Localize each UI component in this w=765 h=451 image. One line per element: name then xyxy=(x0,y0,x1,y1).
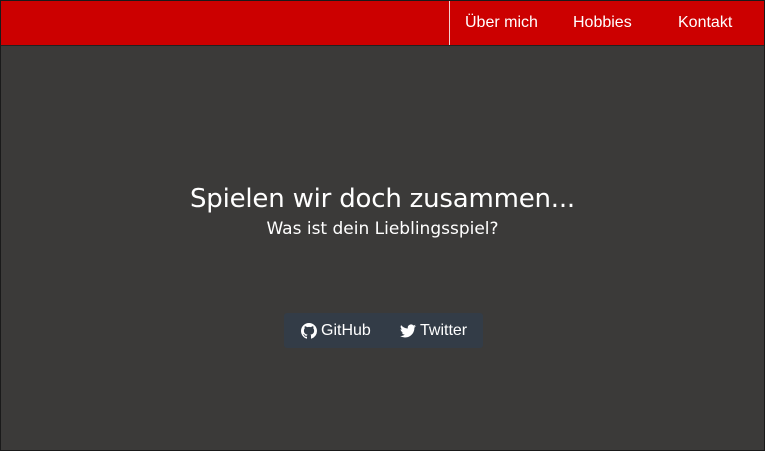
twitter-label: Twitter xyxy=(420,321,468,339)
hero-subtitle: Was ist dein Lieblingsspiel? xyxy=(266,219,499,239)
top-navbar: Über mich Hobbies Kontakt xyxy=(1,1,764,46)
nav-divider xyxy=(449,1,450,45)
nav-item-kontakt[interactable]: Kontakt xyxy=(678,1,732,45)
nav-item-ueber-mich[interactable]: Über mich xyxy=(465,1,538,45)
github-icon xyxy=(301,322,317,339)
github-label: GitHub xyxy=(321,321,371,339)
hero-title: Spielen wir doch zusammen... xyxy=(189,184,575,214)
twitter-icon xyxy=(400,323,416,339)
twitter-link[interactable]: Twitter xyxy=(400,313,467,348)
nav-item-hobbies[interactable]: Hobbies xyxy=(573,1,632,45)
page-frame: Über mich Hobbies Kontakt Spielen wir do… xyxy=(0,0,765,451)
social-links-bar: GitHub Twitter xyxy=(284,313,483,348)
github-link[interactable]: GitHub xyxy=(301,313,371,348)
